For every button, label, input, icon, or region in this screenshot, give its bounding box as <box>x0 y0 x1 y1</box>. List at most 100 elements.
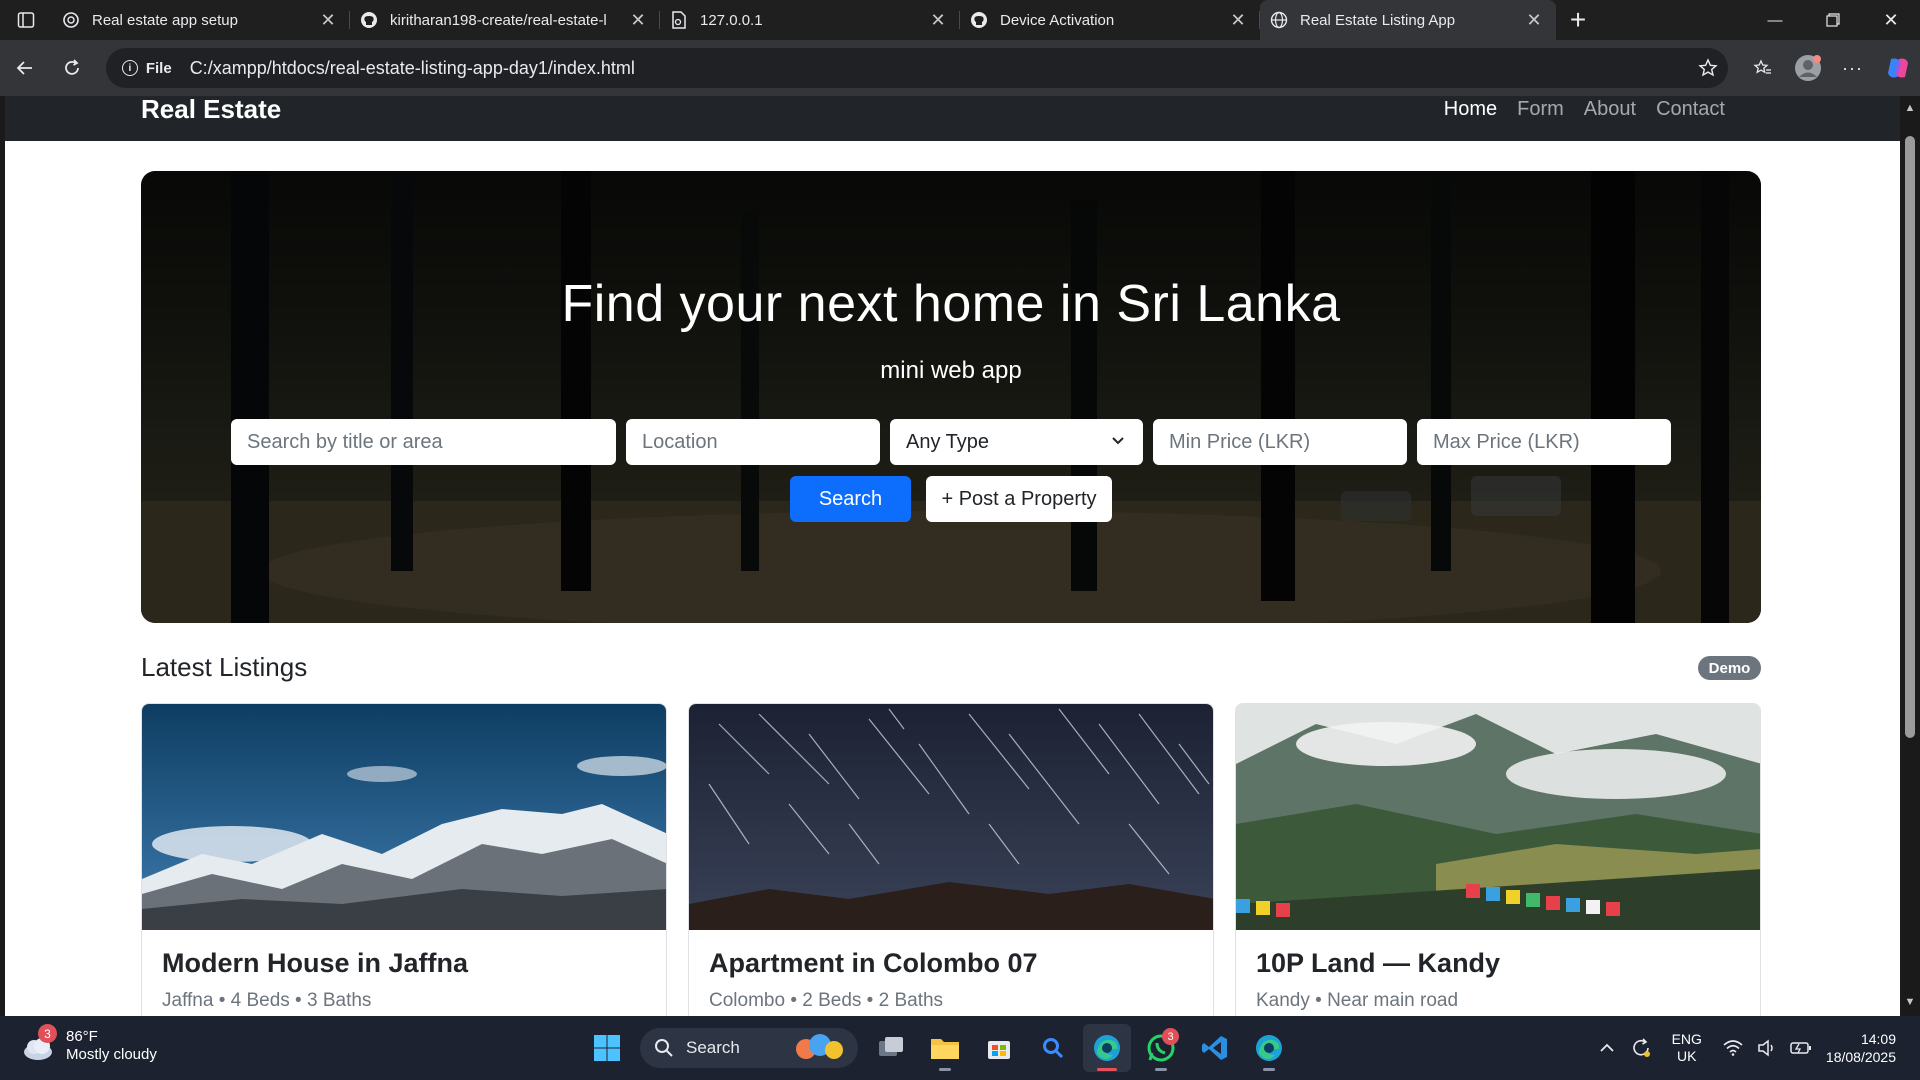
taskbar-search[interactable]: Search <box>640 1028 858 1068</box>
vscode-button[interactable] <box>1191 1024 1239 1072</box>
reload-icon <box>65 59 79 75</box>
back-button[interactable] <box>3 48 47 88</box>
copilot-icon[interactable] <box>1875 48 1920 88</box>
microsoft-store-button[interactable] <box>975 1024 1023 1072</box>
close-tab-icon[interactable]: ✕ <box>928 10 948 30</box>
weather-temp: 86°F <box>66 1028 98 1045</box>
hero-banner: Find your next home in Sri Lanka mini we… <box>141 171 1761 623</box>
keyboard-layout: UK <box>1677 1048 1697 1064</box>
weather-widget[interactable]: 3 86°F Mostly cloudy <box>20 1024 157 1064</box>
chevron-down-icon <box>1112 437 1124 445</box>
post-property-button[interactable]: + Post a Property <box>926 476 1112 522</box>
site-brand[interactable]: Real Estate <box>141 96 281 122</box>
listing-card[interactable]: Apartment in Colombo 07 Colombo • 2 Beds… <box>688 703 1214 1016</box>
favorite-star-icon[interactable] <box>1688 58 1728 78</box>
window-controls: — ✕ <box>1746 0 1920 40</box>
listing-card[interactable]: 10P Land — Kandy Kandy • Near main road <box>1235 703 1761 1016</box>
browser-tab[interactable]: Real estate app setup ✕ <box>52 0 350 40</box>
search-input[interactable]: Search by title or area <box>231 419 616 465</box>
sync-icon[interactable] <box>1626 1033 1656 1063</box>
nav-link-about[interactable]: About <box>1584 98 1636 121</box>
new-tab-button[interactable]: + <box>1556 0 1600 40</box>
tab-actions-icon <box>17 12 35 28</box>
listing-title[interactable]: Apartment in Colombo 07 <box>709 948 1038 979</box>
scrollbar-thumb[interactable] <box>1905 136 1915 738</box>
language-indicator[interactable]: ENG UK <box>1672 1031 1702 1065</box>
edge-dev-button[interactable] <box>1245 1024 1293 1072</box>
nav-link-contact[interactable]: Contact <box>1656 98 1725 121</box>
tab-title: Device Activation <box>1000 11 1115 29</box>
browser-tab-active[interactable]: Real Estate Listing App ✕ <box>1260 0 1556 40</box>
scroll-up-icon[interactable]: ▲ <box>1904 102 1916 114</box>
reload-button[interactable] <box>50 48 94 88</box>
scroll-down-icon[interactable]: ▼ <box>1904 996 1916 1008</box>
listing-meta: Jaffna • 4 Beds • 3 Baths <box>162 990 372 1011</box>
tab-title: 127.0.0.1 <box>700 11 763 29</box>
url-text[interactable]: C:/xampp/htdocs/real-estate-listing-app-… <box>190 58 1688 79</box>
forest-background-image <box>141 171 1761 623</box>
close-tab-icon[interactable]: ✕ <box>318 10 338 30</box>
minimize-icon[interactable]: — <box>1746 0 1804 40</box>
tab-actions-button[interactable] <box>0 0 52 40</box>
show-hidden-icons-chevron-up-icon[interactable] <box>1592 1033 1622 1063</box>
balloons-icon <box>796 1034 843 1059</box>
tab-title: Real estate app setup <box>92 11 238 29</box>
windows-taskbar: 3 86°F Mostly cloudy Search 3 ENG UK 14:… <box>0 1016 1920 1080</box>
listing-image-mountains <box>142 704 666 930</box>
browser-tab[interactable]: 127.0.0.1 ✕ <box>660 0 960 40</box>
profile-avatar[interactable] <box>1785 48 1830 88</box>
nav-link-home[interactable]: Home <box>1444 98 1497 121</box>
search-button[interactable]: Search <box>790 476 911 522</box>
location-input[interactable]: Location <box>626 419 880 465</box>
wifi-icon[interactable] <box>1718 1033 1748 1063</box>
close-tab-icon[interactable]: ✕ <box>1524 10 1544 30</box>
max-price-input[interactable]: Max Price (LKR) <box>1417 419 1671 465</box>
system-clock[interactable]: 14:09 18/08/2025 <box>1826 1030 1896 1066</box>
cloud-icon: 3 <box>20 1024 57 1064</box>
taskbar-pinned-apps: Search 3 <box>580 1024 1296 1072</box>
restore-icon[interactable] <box>1804 0 1862 40</box>
listing-title[interactable]: Modern House in Jaffna <box>162 948 468 979</box>
clock-date: 18/08/2025 <box>1825 1049 1896 1065</box>
edge-browser-button[interactable] <box>1083 1024 1131 1072</box>
close-tab-icon[interactable]: ✕ <box>628 10 648 30</box>
whatsapp-badge: 3 <box>1162 1028 1179 1045</box>
edge-secondary-icon <box>1256 1035 1282 1061</box>
vscode-icon <box>1202 1036 1227 1060</box>
edge-icon <box>1094 1035 1120 1061</box>
browser-tab[interactable]: kiritharan198-create/real-estate-l ✕ <box>350 0 660 40</box>
more-options-icon[interactable]: ··· <box>1830 48 1875 88</box>
browser-toolbar: i File C:/xampp/htdocs/real-estate-listi… <box>0 40 1920 96</box>
battery-icon[interactable] <box>1786 1033 1816 1063</box>
start-button[interactable] <box>583 1024 631 1072</box>
type-select-value: Any Type <box>906 430 990 453</box>
address-bar[interactable]: i File C:/xampp/htdocs/real-estate-listi… <box>105 48 1728 88</box>
file-explorer-button[interactable] <box>921 1024 969 1072</box>
task-view-button[interactable] <box>867 1024 915 1072</box>
browser-tab[interactable]: Device Activation ✕ <box>960 0 1260 40</box>
volume-icon[interactable] <box>1752 1033 1782 1063</box>
scheme-label: File <box>145 59 172 77</box>
listing-title[interactable]: 10P Land — Kandy <box>1256 948 1500 979</box>
browser-tab-strip: Real estate app setup ✕ kiritharan198-cr… <box>0 0 1920 40</box>
site-info-button[interactable]: i File <box>121 59 172 77</box>
favorites-icon[interactable] <box>1740 48 1785 88</box>
type-select[interactable]: Any Type <box>890 419 1143 465</box>
windows-logo-icon <box>594 1035 620 1061</box>
task-view-icon <box>879 1037 903 1056</box>
info-icon: i <box>121 60 138 76</box>
min-price-input[interactable]: Min Price (LKR) <box>1153 419 1407 465</box>
close-window-icon[interactable]: ✕ <box>1862 0 1920 40</box>
file-icon <box>670 11 688 29</box>
listing-meta: Kandy • Near main road <box>1256 990 1459 1011</box>
nav-links: Home Form About Contact <box>1444 98 1725 121</box>
whatsapp-button[interactable]: 3 <box>1137 1024 1185 1072</box>
globe-icon <box>1270 11 1288 29</box>
tab-title: Real Estate Listing App <box>1300 11 1456 29</box>
page-scrollbar[interactable]: ▲ ▼ <box>1900 96 1920 1016</box>
clock-time: 14:09 <box>1860 1031 1896 1047</box>
search-app-button[interactable] <box>1029 1024 1077 1072</box>
nav-link-form[interactable]: Form <box>1517 98 1564 121</box>
listing-card[interactable]: Modern House in Jaffna Jaffna • 4 Beds •… <box>141 703 667 1016</box>
close-tab-icon[interactable]: ✕ <box>1228 10 1248 30</box>
